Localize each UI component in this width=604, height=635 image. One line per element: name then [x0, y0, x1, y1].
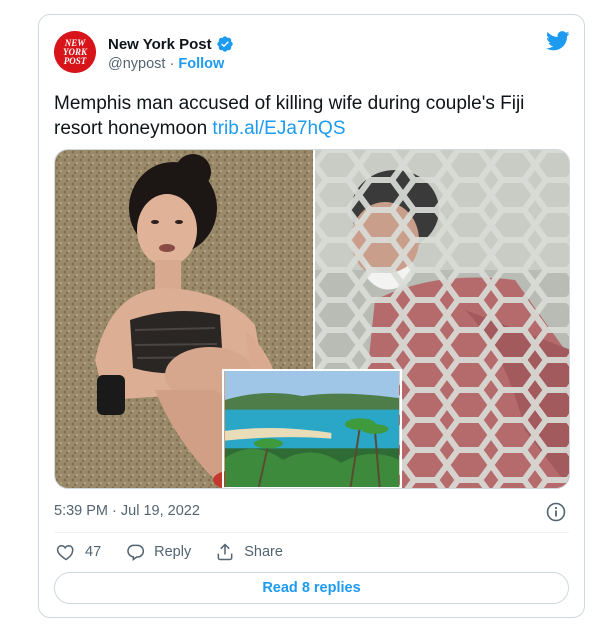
avatar[interactable]: NEW YORK POST [54, 31, 96, 73]
reply-button[interactable]: Reply [125, 542, 191, 562]
share-button[interactable]: Share [215, 542, 283, 562]
tweet-timestamp[interactable]: 5:39 PM · Jul 19, 2022 [54, 503, 200, 519]
share-icon [217, 543, 233, 561]
tweet-text: Memphis man accused of killing wife duri… [54, 91, 574, 141]
handle-row: @nypost · Follow [108, 56, 224, 72]
action-bar: 47 Reply Share [56, 542, 307, 562]
tweet-link[interactable]: trib.al/EJa7hQS [212, 118, 345, 139]
heart-icon [56, 544, 74, 561]
tweet-card: NEW YORK POST New York Post @nypost · Fo… [38, 14, 585, 618]
follow-button[interactable]: Follow [178, 56, 224, 72]
account-name-row: New York Post [108, 35, 234, 53]
reply-icon [127, 544, 145, 561]
twitter-bird-icon[interactable] [546, 31, 570, 51]
tweet-media[interactable] [54, 149, 570, 489]
reply-label: Reply [154, 544, 192, 560]
likes-count: 47 [85, 544, 102, 560]
read-replies-button[interactable]: Read 8 replies [54, 572, 569, 604]
divider [54, 532, 569, 533]
account-handle[interactable]: @nypost [108, 56, 165, 72]
svg-text:POST: POST [64, 56, 87, 66]
verified-badge-icon [216, 36, 233, 52]
info-icon[interactable] [546, 502, 566, 522]
account-name[interactable]: New York Post [108, 36, 212, 53]
like-button[interactable]: 47 [56, 542, 101, 562]
separator-dot: · [169, 56, 175, 72]
share-label: Share [244, 544, 283, 560]
photo-fiji-beach [222, 369, 402, 488]
